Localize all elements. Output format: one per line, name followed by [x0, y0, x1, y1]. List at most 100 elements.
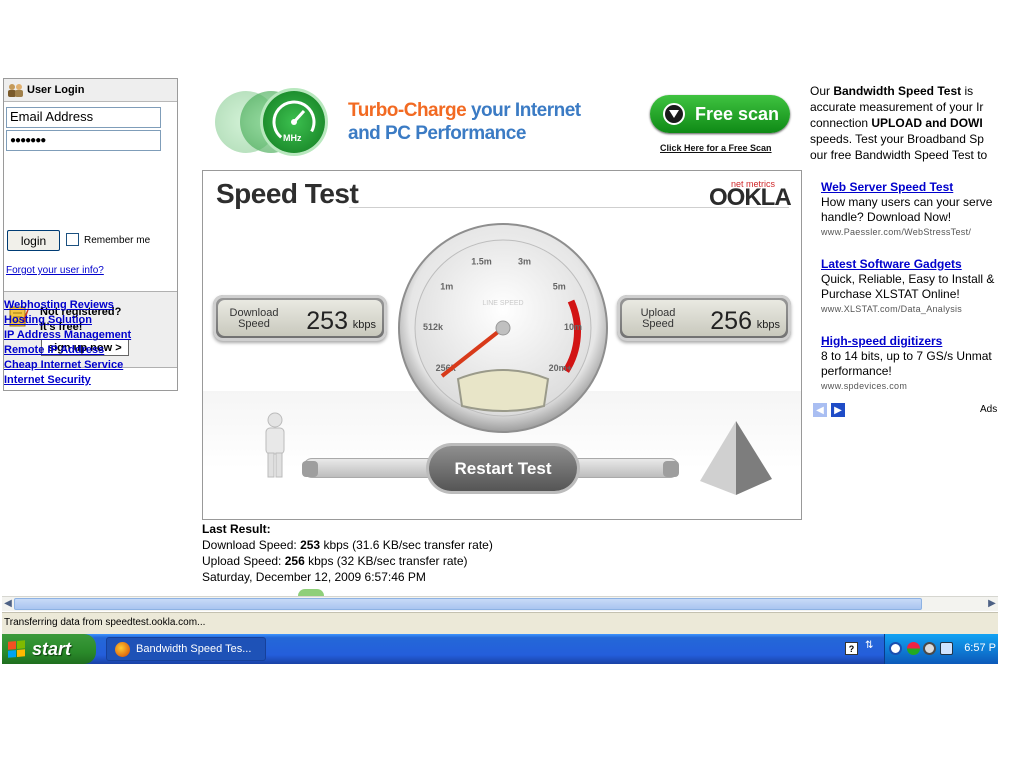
download-result-prefix: Download Speed: — [202, 538, 301, 552]
ad-title-link[interactable]: Web Server Speed Test — [821, 180, 999, 195]
dial-tick-label: 512k — [423, 322, 444, 332]
free-scan-button[interactable]: Free scan — [650, 95, 790, 133]
ad-description: Purchase XLSTAT Online! — [821, 287, 960, 301]
download-label-line2: Speed — [238, 318, 270, 330]
ad-title-link[interactable]: High-speed digitizers — [821, 334, 999, 349]
ads-prev-icon[interactable]: ◀ — [813, 403, 827, 417]
ad-description: handle? Download Now! — [821, 210, 952, 224]
remember-me-checkbox[interactable] — [66, 233, 79, 246]
link-ip-address-management[interactable]: IP Address Management — [4, 328, 131, 343]
ad-item: High-speed digitizers 8 to 14 bits, up t… — [821, 334, 999, 393]
intro-text: connection — [810, 116, 872, 130]
system-tray: 6:57 P — [884, 634, 998, 664]
link-remote-ip-address[interactable]: Remote IP Address — [4, 343, 131, 358]
tray-monitor-icon[interactable] — [940, 642, 953, 655]
ad-title-link[interactable]: Latest Software Gadgets — [821, 257, 999, 272]
horizontal-scrollbar[interactable]: ◀ ▶ — [2, 596, 998, 611]
forgot-user-info-link[interactable]: Forgot your user info? — [6, 265, 104, 276]
banner-ad[interactable]: MHz Turbo-Charge your Internet and PC Pe… — [205, 84, 800, 164]
speedometer-dial: 256k512k1m1.5m 3m5m10m20m+ LINE SPEED — [398, 223, 608, 433]
person-icon — [265, 412, 285, 478]
ookla-logo: OOKLA — [709, 184, 792, 211]
link-hosting-solution[interactable]: Hosting Solution — [4, 313, 131, 328]
last-result: Last Result: Download Speed: 253 kbps (3… — [202, 521, 493, 585]
intro-bold: Bandwidth Speed Test — [833, 84, 962, 98]
download-unit: kbps — [352, 319, 376, 331]
network-icon[interactable]: ⇅ — [865, 640, 875, 658]
password-field[interactable]: ●●●●●●● — [6, 130, 161, 151]
firefox-icon — [115, 641, 130, 657]
tray-disc-icon[interactable] — [923, 642, 936, 655]
dial-tick-label: 10m — [564, 322, 582, 332]
login-button[interactable]: login — [7, 230, 60, 251]
banner-headline: Turbo-Charge your Internet — [348, 100, 581, 122]
start-label: start — [32, 638, 72, 659]
login-title: User Login — [27, 84, 85, 96]
download-result-line: Download Speed: 253 kbps (31.6 KB/sec tr… — [202, 537, 493, 553]
intro-text: Our — [810, 84, 834, 98]
sidebar-links: Webhosting Reviews Hosting Solution IP A… — [4, 298, 131, 388]
taskbar-clock: 6:57 P — [964, 642, 996, 654]
start-button[interactable]: start — [2, 634, 96, 664]
play-down-arrow-icon — [663, 103, 685, 125]
partial-icon — [298, 589, 324, 596]
mhz-label: MHz — [283, 133, 302, 143]
link-webhosting-reviews[interactable]: Webhosting Reviews — [4, 298, 131, 313]
dial-tick-label: 1m — [440, 281, 453, 291]
ad-url[interactable]: www.spdevices.com — [821, 379, 999, 393]
taskbar-window-button[interactable]: Bandwidth Speed Tes... — [106, 637, 266, 661]
free-scan-label: Free scan — [695, 103, 780, 124]
svg-text:LINE SPEED: LINE SPEED — [482, 300, 523, 307]
ad-url[interactable]: www.Paessler.com/WebStressTest/ — [821, 225, 999, 239]
upload-result-prefix: Upload Speed: — [202, 554, 285, 568]
speed-test-widget: Speed Test net metrics OOKLA 256k 512k 1m 1… — [202, 170, 802, 520]
email-field[interactable]: Email Address — [6, 107, 161, 128]
ad-description: How many users can your serve — [821, 195, 993, 209]
remember-me-label: Remember me — [84, 235, 151, 246]
windows-logo-icon — [8, 640, 26, 658]
banner-headline-rest: your Internet — [466, 100, 581, 121]
login-header: User Login — [4, 78, 177, 102]
download-label: Download Speed — [226, 308, 282, 330]
ads-label: Ads — [980, 404, 998, 415]
upload-value: 256 — [710, 307, 752, 335]
upload-result-suffix: kbps (32 KB/sec transfer rate) — [304, 554, 468, 568]
ad-item: Web Server Speed Test How many users can… — [821, 180, 999, 239]
help-icon[interactable]: ? — [845, 642, 858, 655]
last-result-heading: Last Result: — [202, 522, 271, 536]
bandwidth-intro-text: Our Bandwidth Speed Test is accurate mea… — [810, 83, 998, 163]
scroll-left-icon[interactable]: ◀ — [2, 598, 14, 610]
dial-tick-label: 20m+ — [549, 363, 572, 373]
rail-end-right — [663, 461, 679, 477]
upload-result-value: 256 — [284, 554, 305, 568]
download-result-value: 253 — [300, 538, 321, 552]
ad-url[interactable]: www.XLSTAT.com/Data_Analysis — [821, 302, 999, 316]
dial-tick-label: 1.5m — [471, 256, 492, 266]
windows-taskbar: start Bandwidth Speed Tes... ? ⇅ 6:57 P — [2, 634, 998, 664]
ad-item: Latest Software Gadgets Quick, Reliable,… — [821, 257, 999, 316]
status-bar: Transferring data from speedtest.ookla.c… — [2, 612, 998, 634]
intro-text: is — [961, 84, 974, 98]
link-internet-security[interactable]: Internet Security — [4, 373, 131, 388]
upload-result-line: Upload Speed: 256 kbps (32 KB/sec transf… — [202, 553, 493, 569]
scroll-right-icon[interactable]: ▶ — [986, 598, 998, 610]
tray-collapse-icon[interactable] — [889, 642, 902, 655]
ad-description: 8 to 14 bits, up to 7 GS/s Unmat — [821, 349, 992, 363]
taskbar-window-label: Bandwidth Speed Tes... — [136, 643, 252, 655]
ad-description: Quick, Reliable, Easy to Install & — [821, 272, 995, 286]
intro-text: accurate measurement of your Ir — [810, 100, 984, 114]
tray-app-icon[interactable] — [907, 642, 920, 655]
login-panel: User Login Email Address ●●●●●●● login R… — [3, 78, 178, 391]
restart-test-button[interactable]: Restart Test — [429, 446, 577, 491]
banner-headline-accent: Turbo-Charge — [348, 100, 467, 121]
upload-label-line2: Speed — [642, 318, 674, 330]
ads-next-icon[interactable]: ▶ — [831, 403, 845, 417]
scrollbar-thumb[interactable] — [14, 598, 922, 610]
link-cheap-internet-service[interactable]: Cheap Internet Service — [4, 358, 131, 373]
intro-text: our free Bandwidth Speed Test to — [810, 148, 988, 162]
free-scan-link[interactable]: Click Here for a Free Scan — [660, 143, 772, 153]
upload-unit: kbps — [756, 319, 780, 331]
banner-headline-line2: and PC Performance — [348, 123, 526, 144]
users-icon — [8, 84, 23, 97]
download-speed-display: Download Speed 253 kbps — [213, 295, 387, 341]
